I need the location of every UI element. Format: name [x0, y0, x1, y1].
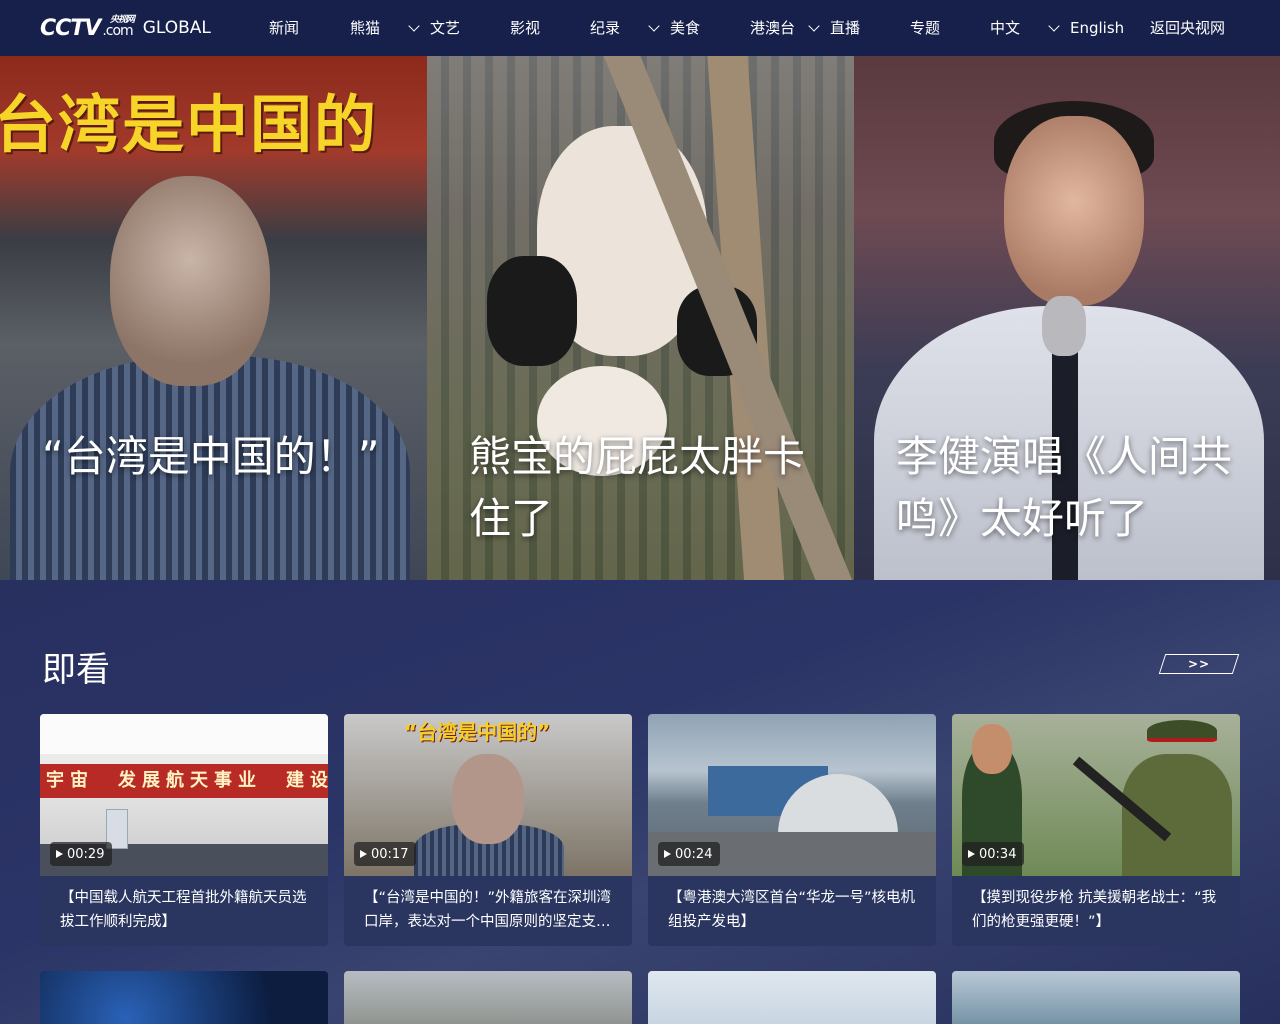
logo-cctv-text: CCTV .com 央视网 — [40, 15, 135, 41]
video-title: 【粤港澳大湾区首台“华龙一号”核电机组投产发电】 — [668, 890, 916, 930]
play-icon — [664, 850, 671, 858]
play-icon — [360, 850, 367, 858]
duration-badge: 00:34 — [962, 842, 1025, 866]
hero-image-banner-text: 台湾是中国的 — [0, 88, 379, 161]
chevron-down-icon[interactable] — [1048, 20, 1060, 32]
video-card[interactable]: 00:34 【摸到现役步枪 抗美援朝老战士：“我们的枪更强更硬！”】 — [952, 714, 1240, 946]
play-icon — [968, 850, 975, 858]
more-button[interactable]: >> — [1158, 654, 1240, 674]
nav-item-back-to-cctv[interactable]: 返回央视网 — [1150, 0, 1225, 56]
nav-item-hk-macao-taiwan[interactable]: 港澳台 — [750, 0, 795, 56]
chevron-down-icon[interactable] — [408, 20, 420, 32]
hero-caption: 李健演唱《人间共鸣》太好听了 — [896, 432, 1233, 543]
duration-text: 00:24 — [675, 846, 713, 862]
video-title: 【中国载人航天工程首批外籍航天员选拔工作顺利完成】 — [60, 890, 307, 930]
nav-item-topics[interactable]: 专题 — [910, 0, 940, 56]
thumbnail-banner-text: 宇宙 发展航天事业 建设 — [40, 764, 328, 798]
chevron-down-icon[interactable] — [648, 20, 660, 32]
video-card[interactable]: 00:24 【粤港澳大湾区首台“华龙一号”核电机组投产发电】 — [648, 714, 936, 946]
thumbnail-banner-text: “台湾是中国的” — [404, 720, 551, 744]
video-card-thumbnail[interactable] — [40, 971, 328, 1024]
duration-text: 00:17 — [371, 846, 409, 862]
nav-item-chinese[interactable]: 中文 — [990, 0, 1020, 56]
video-card-thumbnail[interactable] — [648, 971, 936, 1024]
section-title: 即看 — [42, 650, 110, 690]
video-card-thumbnail[interactable] — [344, 971, 632, 1024]
duration-badge: 00:29 — [50, 842, 113, 866]
hero-card[interactable]: 熊宝的屁屁太胖卡住了 — [427, 56, 854, 580]
hero-card[interactable]: 台湾是中国的 “台湾是中国的！” — [0, 56, 427, 580]
hero-carousel: 台湾是中国的 “台湾是中国的！” 熊宝的屁屁太胖卡住了 李健演唱《人间共鸣》太好… — [0, 56, 1280, 580]
nav-item-live[interactable]: 直播 — [830, 0, 860, 56]
cctv-logo[interactable]: CCTV .com 央视网 GLOBAL — [40, 10, 211, 46]
hero-card[interactable]: 李健演唱《人间共鸣》太好听了 — [854, 56, 1280, 580]
microphone-icon — [1042, 296, 1086, 356]
play-icon — [56, 850, 63, 858]
nav-item-food[interactable]: 美食 — [670, 0, 700, 56]
nav-item-panda[interactable]: 熊猫 — [350, 0, 380, 56]
nav-item-arts[interactable]: 文艺 — [430, 0, 460, 56]
video-card[interactable]: 宇宙 发展航天事业 建设 00:29 【中国载人航天工程首批外籍航天员选拔工作顺… — [40, 714, 328, 946]
hero-caption: “台湾是中国的！” — [42, 432, 380, 481]
nav-item-film[interactable]: 影视 — [510, 0, 540, 56]
top-nav: CCTV .com 央视网 GLOBAL 新闻 熊猫 文艺 影视 纪录 美食 港澳… — [0, 0, 1280, 56]
nav-item-english[interactable]: English — [1070, 0, 1124, 56]
duration-badge: 00:24 — [658, 842, 721, 866]
logo-global-text: GLOBAL — [142, 18, 211, 38]
video-title: 【“台湾是中国的！”外籍旅客在深圳湾口岸，表达对一个中国原则的坚定支持】 — [364, 890, 612, 930]
more-button-label: >> — [1187, 657, 1211, 671]
video-card[interactable]: “台湾是中国的” 00:17 【“台湾是中国的！”外籍旅客在深圳湾口岸，表达对一… — [344, 714, 632, 946]
nav-item-news[interactable]: 新闻 — [269, 0, 299, 56]
duration-text: 00:34 — [979, 846, 1017, 862]
duration-text: 00:29 — [67, 846, 105, 862]
duration-badge: 00:17 — [354, 842, 417, 866]
logo-small-text: 央视网 — [110, 14, 135, 25]
video-title: 【摸到现役步枪 抗美援朝老战士：“我们的枪更强更硬！”】 — [972, 890, 1217, 930]
nav-item-documentary[interactable]: 纪录 — [590, 0, 620, 56]
video-card-thumbnail[interactable] — [952, 971, 1240, 1024]
chevron-down-icon[interactable] — [808, 20, 820, 32]
hero-caption: 熊宝的屁屁太胖卡住了 — [469, 432, 806, 543]
